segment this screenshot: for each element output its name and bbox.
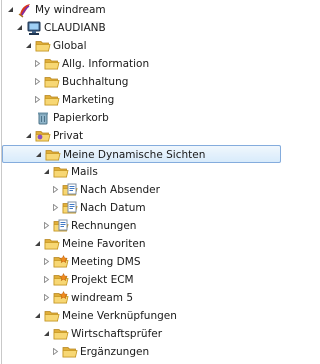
tree-item-allg-information[interactable]: Allg. Information bbox=[2, 55, 281, 73]
collapsed-arrow-icon[interactable] bbox=[43, 222, 50, 229]
dynamic-view-icon bbox=[62, 200, 78, 216]
expanded-arrow-icon[interactable] bbox=[34, 240, 41, 247]
dynamic-view-icon bbox=[53, 218, 69, 234]
collapsed-arrow-icon[interactable] bbox=[52, 204, 59, 211]
tree-item-ergaenzungen[interactable]: Ergänzungen bbox=[2, 343, 281, 361]
tree-item-rechnungen[interactable]: Rechnungen bbox=[2, 217, 281, 235]
tree-item-label: Wirtschaftsprüfer bbox=[71, 328, 163, 340]
collapsed-arrow-icon[interactable] bbox=[34, 96, 41, 103]
tree-item-global[interactable]: Global bbox=[2, 37, 281, 55]
collapsed-arrow-icon[interactable] bbox=[43, 276, 50, 283]
collapsed-arrow-icon[interactable] bbox=[43, 294, 50, 301]
folder-icon bbox=[44, 308, 60, 324]
favorite-folder-icon bbox=[53, 254, 69, 270]
tree-item-label: Projekt ECM bbox=[71, 274, 134, 286]
favorite-folder-icon bbox=[53, 272, 69, 288]
tree-item-meeting-dms[interactable]: Meeting DMS bbox=[2, 253, 281, 271]
expanded-arrow-icon[interactable] bbox=[25, 132, 32, 139]
tree-item-label: My windream bbox=[35, 4, 106, 16]
recycle-bin-icon bbox=[35, 110, 51, 126]
collapsed-arrow-icon[interactable] bbox=[34, 60, 41, 67]
collapsed-arrow-icon[interactable] bbox=[52, 186, 59, 193]
expanded-arrow-icon[interactable] bbox=[35, 151, 42, 158]
collapsed-arrow-icon[interactable] bbox=[43, 258, 50, 265]
server-icon bbox=[26, 20, 42, 36]
folder-icon bbox=[53, 164, 69, 180]
tree-item-label: Nach Datum bbox=[80, 202, 146, 214]
tree-item-label: Privat bbox=[53, 130, 84, 142]
tree-item-buchhaltung[interactable]: Buchhaltung bbox=[2, 73, 281, 91]
tree-item-label: CLAUDIANB bbox=[44, 22, 106, 34]
tree-item-label: Global bbox=[53, 40, 87, 52]
tree-item-label: Meine Dynamische Sichten bbox=[63, 149, 206, 161]
tree-item-label: Meine Verknüpfungen bbox=[62, 310, 177, 322]
tree-item-label: Allg. Information bbox=[62, 58, 150, 70]
expanded-arrow-icon[interactable] bbox=[25, 42, 32, 49]
expanded-arrow-icon[interactable] bbox=[7, 6, 14, 13]
tree-item-label: Nach Absender bbox=[80, 184, 160, 196]
tree-item-meine-favoriten[interactable]: Meine Favoriten bbox=[2, 235, 281, 253]
private-folder-icon bbox=[35, 128, 51, 144]
tree-item-my-windream[interactable]: My windream bbox=[2, 1, 281, 19]
windream-logo-icon bbox=[17, 2, 33, 18]
expanded-arrow-icon[interactable] bbox=[16, 24, 23, 31]
folder-icon bbox=[45, 147, 61, 163]
tree-item-meine-dynamische-sichten[interactable]: Meine Dynamische Sichten bbox=[2, 145, 281, 163]
tree-item-meine-verknuepfungen[interactable]: Meine Verknüpfungen bbox=[2, 307, 281, 325]
tree-item-wirtschaftspruefer[interactable]: Wirtschaftsprüfer bbox=[2, 325, 281, 343]
tree-item-label: Rechnungen bbox=[71, 220, 137, 232]
tree-item-windream-5[interactable]: windream 5 bbox=[2, 289, 281, 307]
tree-item-label: Papierkorb bbox=[53, 112, 109, 124]
collapsed-arrow-icon[interactable] bbox=[52, 348, 59, 355]
folder-icon bbox=[44, 92, 60, 108]
dynamic-view-icon bbox=[62, 182, 78, 198]
tree-item-nach-absender[interactable]: Nach Absender bbox=[2, 181, 281, 199]
favorite-folder-icon bbox=[53, 290, 69, 306]
folder-icon bbox=[44, 56, 60, 72]
tree-item-privat[interactable]: Privat bbox=[2, 127, 281, 145]
folder-icon bbox=[62, 344, 78, 360]
tree-item-mails[interactable]: Mails bbox=[2, 163, 281, 181]
tree-item-label: windream 5 bbox=[71, 292, 134, 304]
folder-icon bbox=[53, 326, 69, 342]
folder-tree: My windream CLAUDIANB Global Allg. Informat… bbox=[0, 0, 281, 364]
expanded-arrow-icon[interactable] bbox=[34, 312, 41, 319]
tree-item-label: Marketing bbox=[62, 94, 115, 106]
tree-item-claudianb[interactable]: CLAUDIANB bbox=[2, 19, 281, 37]
tree-item-marketing[interactable]: Marketing bbox=[2, 91, 281, 109]
tree-item-label: Buchhaltung bbox=[62, 76, 129, 88]
collapsed-arrow-icon[interactable] bbox=[34, 78, 41, 85]
tree-item-label: Meine Favoriten bbox=[62, 238, 146, 250]
tree-item-projekt-ecm[interactable]: Projekt ECM bbox=[2, 271, 281, 289]
tree-item-label: Meeting DMS bbox=[71, 256, 141, 268]
expanded-arrow-icon[interactable] bbox=[43, 168, 50, 175]
folder-icon bbox=[35, 38, 51, 54]
tree-item-papierkorb[interactable]: Papierkorb bbox=[2, 109, 281, 127]
folder-icon bbox=[44, 74, 60, 90]
tree-item-label: Mails bbox=[71, 166, 98, 178]
tree-item-nach-datum[interactable]: Nach Datum bbox=[2, 199, 281, 217]
expanded-arrow-icon[interactable] bbox=[43, 330, 50, 337]
tree-item-label: Ergänzungen bbox=[80, 346, 150, 358]
folder-icon bbox=[44, 236, 60, 252]
